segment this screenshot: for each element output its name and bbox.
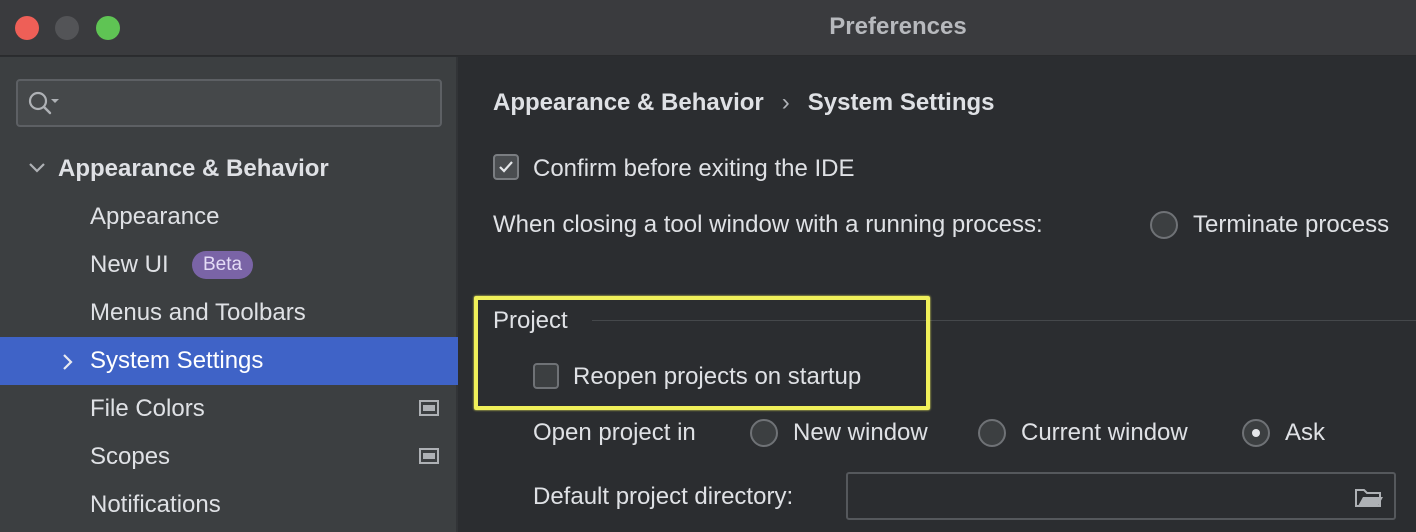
- new-window-radio[interactable]: [750, 419, 778, 447]
- search-icon: [28, 91, 59, 115]
- open-project-in-label: Open project in: [533, 419, 696, 446]
- ask-radio[interactable]: [1242, 419, 1270, 447]
- title-bar: Preferences: [0, 0, 1416, 56]
- default-dir-input[interactable]: [846, 472, 1396, 520]
- current-window-label: Current window: [1021, 419, 1188, 446]
- terminate-process-label: Terminate process: [1193, 211, 1390, 238]
- breadcrumb-parent[interactable]: Appearance & Behavior: [493, 89, 764, 116]
- sidebar-item-label: Appearance: [90, 203, 220, 230]
- new-window-label: New window: [793, 419, 928, 446]
- settings-content: Appearance & Behavior › System Settings Co…: [460, 57, 1416, 532]
- highlight-annotation: [474, 296, 930, 410]
- sidebar-item-notifications[interactable]: Notifications: [0, 481, 458, 529]
- sidebar-item-label: New UI: [90, 251, 169, 278]
- checkmark-icon: [499, 161, 513, 173]
- search-input[interactable]: [16, 79, 442, 127]
- settings-sidebar: Appearance & Behavior Appearance New UI …: [0, 57, 458, 532]
- sidebar-item-label: Scopes: [90, 443, 171, 470]
- sidebar-item-menus-toolbars[interactable]: Menus and Toolbars: [0, 289, 458, 337]
- sidebar-item-label: System Settings: [90, 347, 264, 374]
- sidebar-item-label: Menus and Toolbars: [90, 299, 306, 326]
- window-title: Preferences: [829, 13, 967, 40]
- current-window-radio[interactable]: [978, 419, 1006, 447]
- sidebar-item-scopes[interactable]: Scopes: [0, 433, 458, 481]
- breadcrumb: Appearance & Behavior › System Settings: [493, 89, 995, 117]
- beta-badge: Beta: [192, 251, 254, 279]
- confirm-exit-checkbox[interactable]: [493, 154, 519, 180]
- tool-window-close-label: When closing a tool window with a runnin…: [493, 211, 1043, 238]
- tree-group-appearance-behavior[interactable]: Appearance & Behavior: [0, 145, 458, 193]
- project-level-icon: [419, 448, 439, 464]
- breadcrumb-current: System Settings: [807, 89, 995, 116]
- ask-label: Ask: [1285, 419, 1326, 446]
- sidebar-item-label: File Colors: [90, 395, 205, 422]
- sidebar-item-label: Notifications: [90, 491, 221, 518]
- folder-icon[interactable]: [1354, 486, 1384, 508]
- chevron-down-icon: [29, 163, 45, 173]
- terminate-process-radio[interactable]: [1150, 211, 1178, 239]
- sidebar-item-new-ui[interactable]: New UI Beta: [0, 241, 458, 289]
- default-dir-label: Default project directory:: [533, 483, 794, 510]
- confirm-exit-label: Confirm before exiting the IDE: [533, 155, 855, 182]
- tree-group-label: Appearance & Behavior: [58, 155, 329, 182]
- sidebar-item-system-settings[interactable]: System Settings: [0, 337, 458, 385]
- breadcrumb-separator: ›: [781, 89, 790, 116]
- sidebar-item-appearance[interactable]: Appearance: [0, 193, 458, 241]
- project-level-icon: [419, 400, 439, 416]
- sidebar-item-file-colors[interactable]: File Colors: [0, 385, 458, 433]
- chevron-right-icon: [63, 354, 73, 370]
